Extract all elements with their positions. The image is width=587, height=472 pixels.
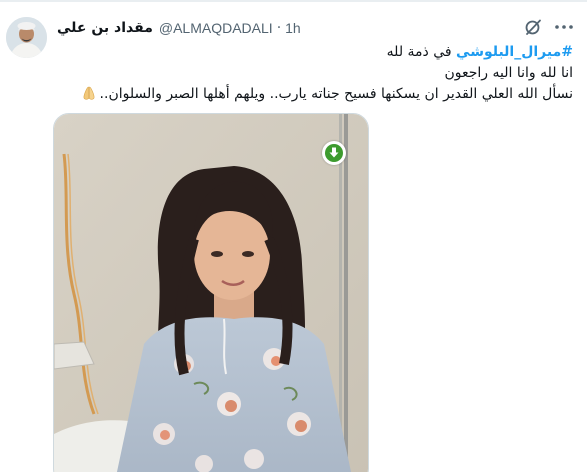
avatar-image — [6, 17, 47, 58]
separator-dot: · — [276, 20, 282, 36]
tweet-media-image[interactable] — [53, 113, 369, 472]
folded-hands-emoji — [81, 85, 97, 101]
download-icon[interactable] — [322, 141, 346, 165]
author-handle[interactable]: @ALMAQDADALI — [159, 20, 273, 36]
grok-icon[interactable] — [523, 17, 543, 37]
tweet-line-1-rest: في ذمة لله — [386, 44, 457, 60]
photo — [54, 114, 368, 472]
author-name[interactable]: مقداد بن علي — [57, 20, 153, 36]
timestamp[interactable]: 1h — [285, 20, 301, 36]
tweet-card[interactable]: مقداد بن علي @ALMAQDADALI · 1h #ميرال_ال… — [0, 0, 587, 472]
avatar[interactable] — [6, 17, 47, 58]
tweet-line-1: #ميرال_البلوشي في ذمة لله — [57, 42, 573, 63]
tweet-text: #ميرال_البلوشي في ذمة لله انا لله وانا ا… — [57, 42, 573, 105]
tweet-header: مقداد بن علي @ALMAQDADALI · 1h — [57, 18, 542, 38]
more-options-icon[interactable] — [553, 18, 575, 36]
tweet-line-2: انا لله وانا اليه راجعون — [444, 65, 573, 81]
tweet-line-3: نسأل الله العلي القدير ان يسكنها فسيح جن… — [57, 84, 573, 105]
tweet-line-3-text: نسأل الله العلي القدير ان يسكنها فسيح جن… — [99, 86, 573, 102]
hashtag-link[interactable]: #ميرال_البلوشي — [456, 44, 573, 60]
